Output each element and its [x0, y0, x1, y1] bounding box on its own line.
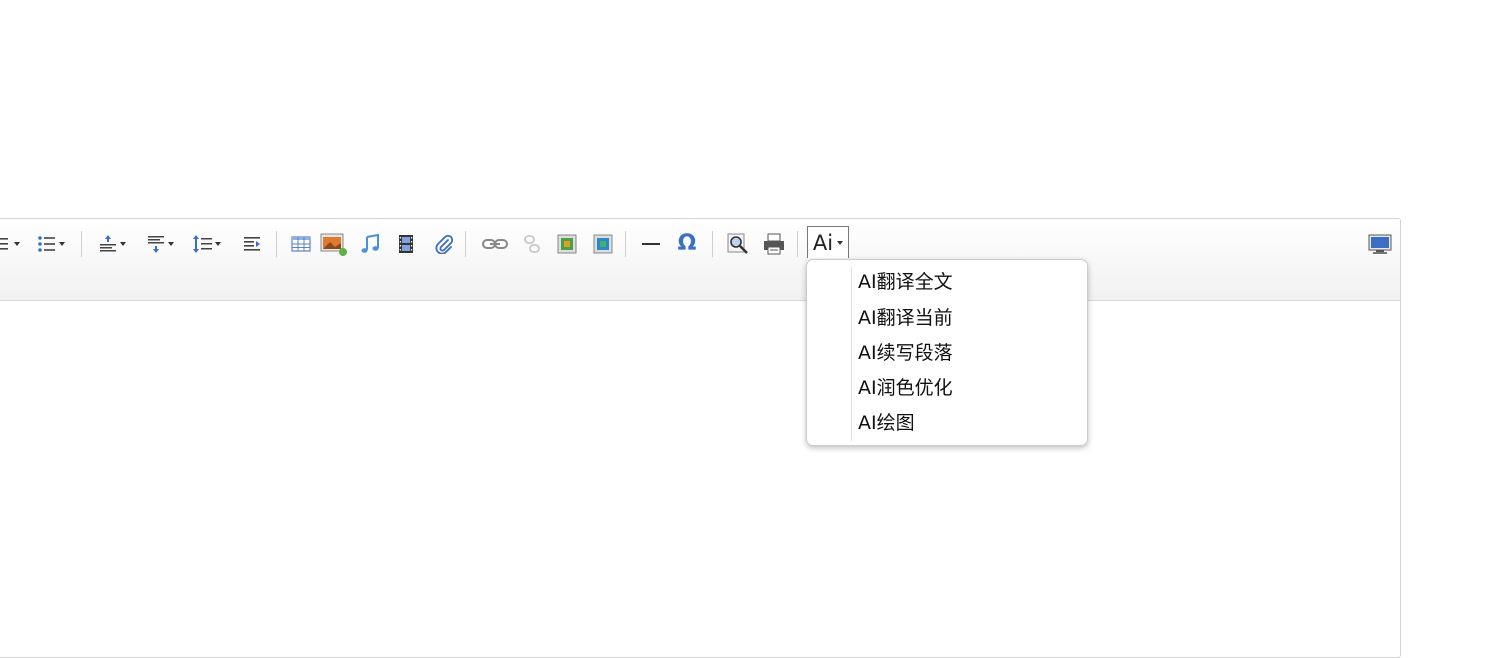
paragraph-spacing-bottom-icon — [148, 236, 164, 253]
image-left-icon — [557, 234, 577, 254]
menu-gutter-divider — [851, 266, 852, 441]
toolbar-separator — [276, 231, 277, 257]
special-char-icon: Ω — [677, 231, 697, 256]
print-button[interactable] — [761, 231, 787, 257]
chevron-down-icon — [14, 242, 20, 246]
menu-item-ai-continue-writing[interactable]: AI续写段落 — [858, 338, 953, 368]
indent-button[interactable] — [239, 231, 265, 257]
rich-text-editor: Ω Ai — [0, 218, 1401, 658]
toolbar-separator — [465, 231, 466, 257]
paragraph-spacing-top-icon — [100, 235, 116, 252]
ordered-list-icon — [0, 238, 8, 250]
menu-item-ai-translate-current[interactable]: AI翻译当前 — [858, 303, 953, 333]
image-right-icon — [593, 234, 613, 254]
paragraph-spacing-top-button[interactable] — [93, 231, 131, 257]
toolbar-separator — [81, 231, 82, 257]
horizontal-rule-button[interactable] — [638, 231, 664, 257]
toolbar-separator — [797, 231, 798, 257]
unordered-list-icon — [38, 236, 55, 252]
line-height-icon — [193, 235, 212, 253]
ai-menu-button[interactable]: Ai — [807, 226, 849, 258]
chevron-down-icon — [168, 242, 174, 246]
image-icon — [320, 233, 347, 256]
preview-button[interactable] — [724, 231, 752, 257]
unordered-list-button[interactable] — [31, 231, 71, 257]
ai-button-label: Ai — [812, 230, 834, 255]
toolbar-separator — [712, 231, 713, 257]
image-button[interactable] — [319, 231, 349, 257]
chevron-down-icon — [837, 240, 844, 245]
menu-item-ai-drawing[interactable]: AI绘图 — [858, 408, 915, 438]
unlink-button[interactable] — [519, 231, 545, 257]
fullscreen-button[interactable] — [1367, 231, 1393, 257]
unlink-icon — [524, 235, 540, 253]
image-right-button[interactable] — [590, 231, 616, 257]
fullscreen-icon — [1368, 234, 1392, 254]
special-char-button[interactable]: Ω — [674, 231, 700, 257]
print-icon — [764, 233, 784, 255]
link-button[interactable] — [481, 231, 509, 257]
attachment-icon — [435, 234, 454, 254]
image-left-button[interactable] — [554, 231, 580, 257]
chevron-down-icon — [59, 242, 65, 246]
chevron-down-icon — [120, 242, 126, 246]
table-icon — [291, 236, 311, 252]
ai-dropdown-menu: AI翻译全文 AI翻译当前 AI续写段落 AI润色优化 AI绘图 — [806, 259, 1088, 446]
preview-icon — [727, 233, 748, 254]
line-height-button[interactable] — [187, 231, 227, 257]
video-button[interactable] — [393, 231, 419, 257]
video-icon — [399, 235, 413, 253]
toolbar-separator — [625, 231, 626, 257]
music-icon — [361, 234, 379, 253]
horizontal-rule-icon — [642, 243, 660, 245]
paragraph-spacing-bottom-button[interactable] — [141, 231, 179, 257]
link-icon — [482, 239, 508, 249]
ordered-list-button[interactable] — [0, 231, 21, 257]
menu-item-ai-translate-all[interactable]: AI翻译全文 — [858, 267, 953, 297]
chevron-down-icon — [215, 242, 221, 246]
music-button[interactable] — [357, 231, 383, 257]
editor-content-area[interactable] — [0, 301, 1400, 657]
menu-item-ai-polish[interactable]: AI润色优化 — [858, 373, 953, 403]
editor-toolbar: Ω Ai — [0, 219, 1400, 301]
table-button[interactable] — [288, 231, 314, 257]
attachment-button[interactable] — [431, 231, 457, 257]
indent-icon — [244, 237, 260, 251]
